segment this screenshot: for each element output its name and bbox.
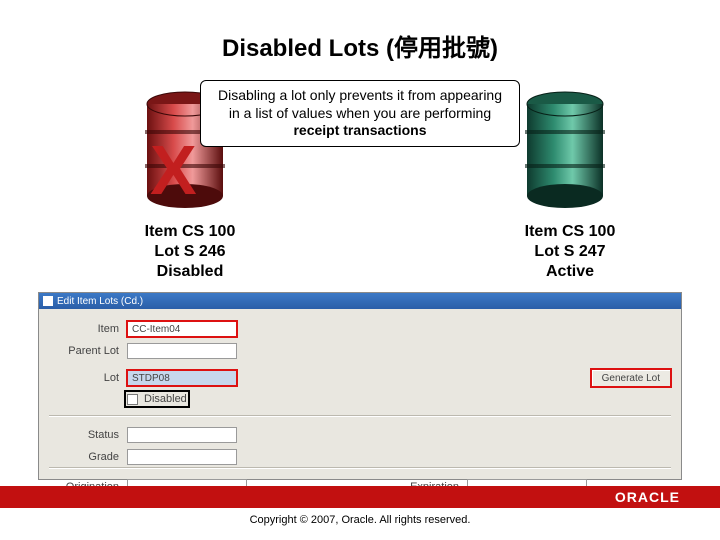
lot-field[interactable]: STDP08 [127, 370, 237, 386]
form-body: Item CC-Item04 Parent Lot Lot STDP08 [39, 309, 681, 371]
generate-lot-button[interactable]: Generate Lot [591, 369, 671, 387]
footer-bar [0, 486, 720, 508]
window-icon [43, 296, 53, 306]
right-item-line1: Item CS 100 [490, 222, 650, 242]
item-label: Item [49, 323, 127, 335]
callout-box: Disabling a lot only prevents it from ap… [200, 80, 520, 147]
status-field[interactable] [127, 427, 237, 443]
left-item-line3: Disabled [110, 262, 270, 282]
page-title: Disabled Lots (停用批號) [0, 28, 720, 63]
right-item-line3: Active [490, 262, 650, 282]
form-titlebar[interactable]: Edit Item Lots (Cd.) [39, 293, 681, 309]
left-item-line1: Item CS 100 [110, 222, 270, 242]
item-field[interactable]: CC-Item04 [127, 321, 237, 337]
copyright-text: Copyright © 2007, Oracle. All rights res… [0, 514, 720, 526]
item-value: CC-Item04 [132, 324, 180, 335]
right-item-line2: Lot S 247 [490, 242, 650, 262]
left-item-label: Item CS 100 Lot S 246 Disabled [110, 222, 270, 282]
callout-bold: receipt transactions [293, 122, 426, 138]
left-item-line2: Lot S 246 [110, 242, 270, 262]
form-window: Edit Item Lots (Cd.) Item CC-Item04 Pare… [38, 292, 682, 480]
barrel-icon-right [520, 90, 610, 210]
separator-2 [49, 467, 671, 469]
parent-lot-label: Parent Lot [49, 345, 127, 357]
parent-lot-field[interactable] [127, 343, 237, 359]
x-mark-icon: X [150, 130, 197, 210]
form-window-title: Edit Item Lots (Cd.) [57, 296, 143, 307]
right-item-label: Item CS 100 Lot S 247 Active [490, 222, 650, 282]
status-label: Status [49, 429, 127, 441]
grade-field[interactable] [127, 449, 237, 465]
callout-text: Disabling a lot only prevents it from ap… [218, 87, 502, 121]
lot-label: Lot [49, 372, 127, 384]
disabled-checkbox-group[interactable]: Disabled [127, 393, 187, 405]
lot-value: STDP08 [132, 373, 170, 384]
oracle-logo: ORACLE [615, 489, 680, 505]
grade-label: Grade [49, 451, 127, 463]
disabled-checkbox[interactable] [127, 394, 138, 405]
slide: Disabled Lots (停用批號) [0, 0, 720, 540]
disabled-label: Disabled [144, 393, 187, 405]
generate-lot-label: Generate Lot [602, 373, 660, 384]
separator-1 [49, 415, 671, 417]
